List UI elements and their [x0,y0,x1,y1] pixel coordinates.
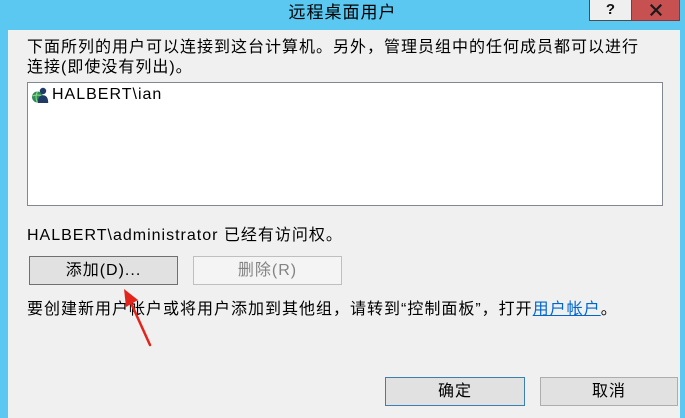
cancel-button[interactable]: 取消 [540,377,678,406]
description-line-1: 下面所列的用户可以连接到这台计算机。另外，管理员组中的任何成员都可以进行 [27,39,640,56]
window-title: 远程桌面用户 [288,3,397,22]
list-item[interactable]: HALBERT\ian [31,85,162,105]
user-icon [32,87,49,103]
ok-button[interactable]: 确定 [385,377,525,406]
close-button[interactable] [631,0,680,21]
remote-desktop-users-dialog: 远程桌面用户 ? 下面所列的用户可以连接到这台计算机。另外，管理员组中的任何成员… [0,0,685,418]
hint-suffix: 。 [600,301,618,318]
title-bar[interactable]: 远程桌面用户 ? [0,0,685,30]
existing-access-text: HALBERT\administrator 已经有访问权。 [27,227,343,244]
hint-text: 要创建新用户帐户或将用户添加到其他组，请转到“控制面板”，打开 [27,301,533,318]
remove-button[interactable]: 删除(R) [193,256,342,285]
help-icon: ? [605,1,616,18]
description-line-2: 连接(即使没有列出)。 [27,59,193,76]
close-icon [649,4,662,16]
help-button[interactable]: ? [589,0,631,21]
users-listbox[interactable]: HALBERT\ian [27,82,663,206]
user-accounts-link[interactable]: 用户帐户 [533,301,601,318]
control-panel-hint: 要创建新用户帐户或将用户添加到其他组，请转到“控制面板”，打开用户帐户。 [27,300,618,320]
list-item-label: HALBERT\ian [52,86,163,103]
add-button[interactable]: 添加(D)... [29,256,178,285]
dialog-body: 下面所列的用户可以连接到这台计算机。另外，管理员组中的任何成员都可以进行 连接(… [8,30,680,418]
